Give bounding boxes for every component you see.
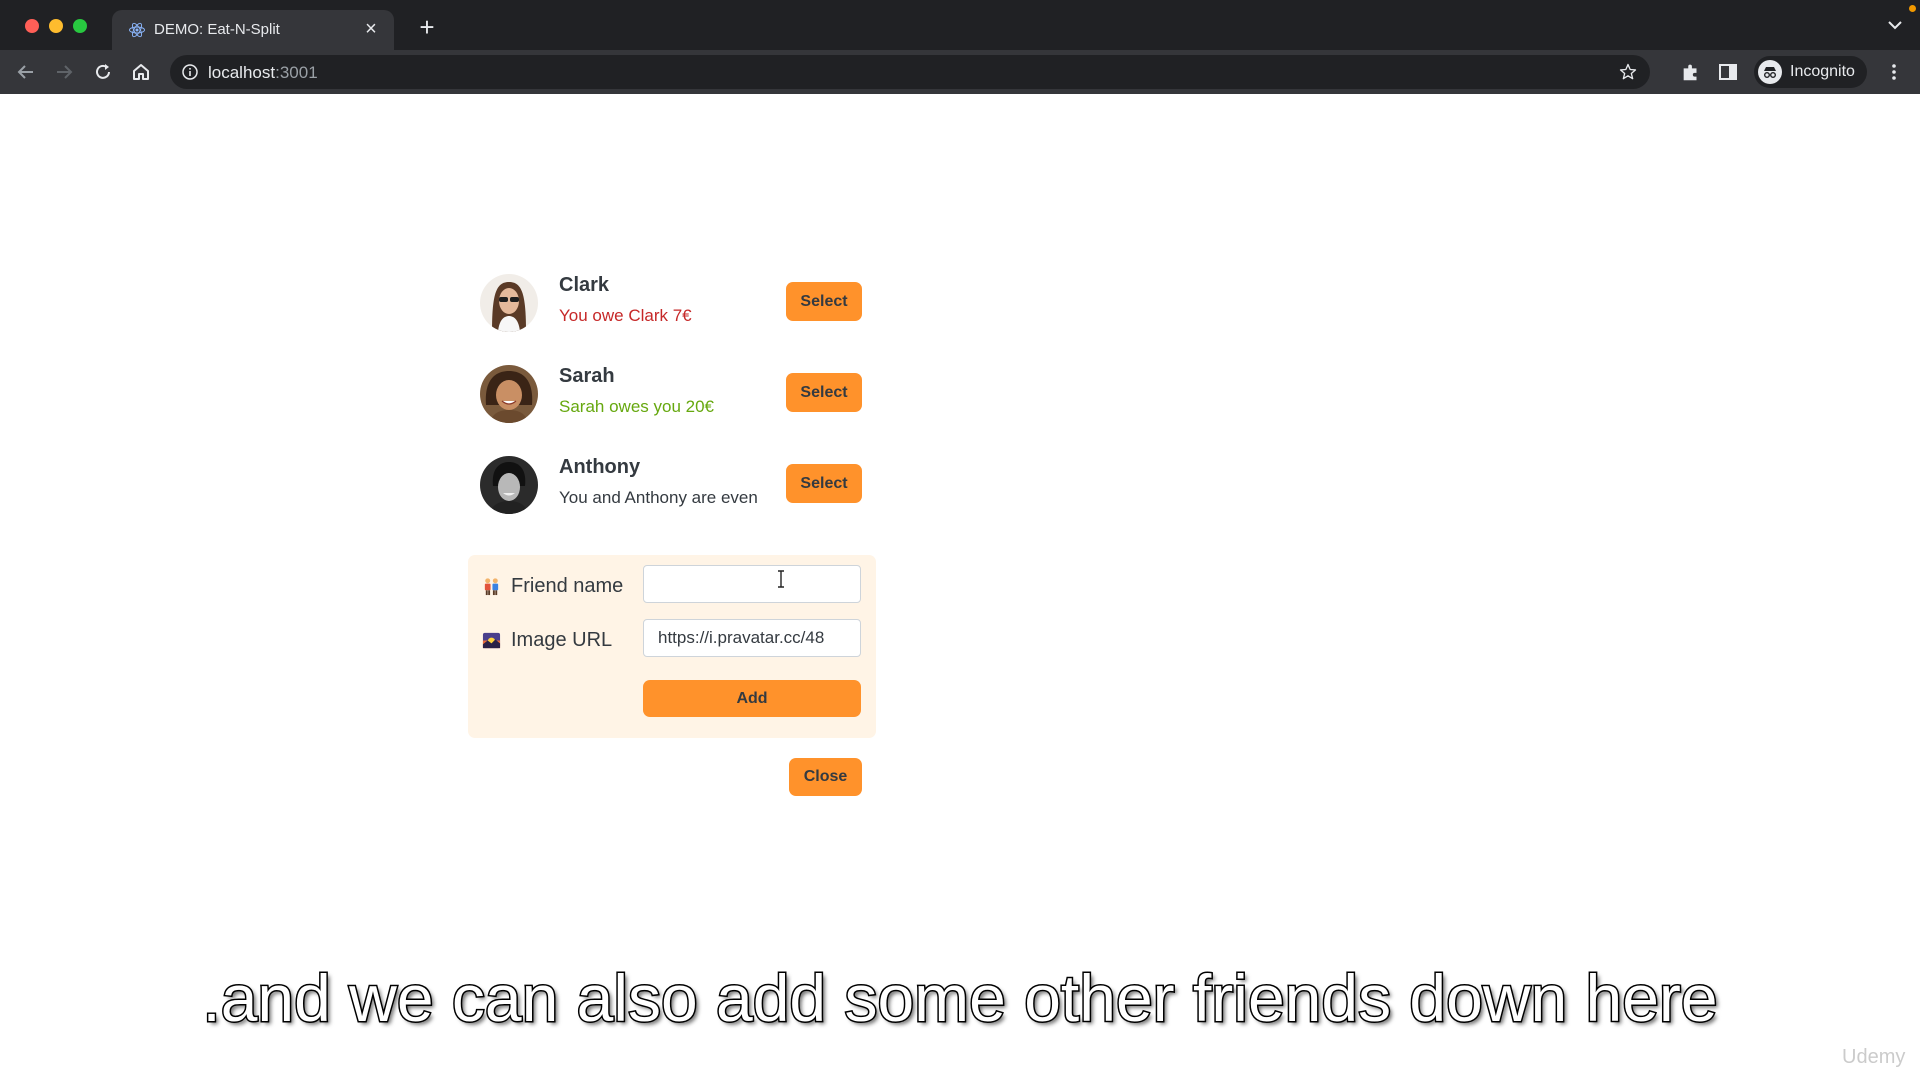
react-logo-icon [129,22,145,38]
page-content: Clark You owe Clark 7€ Select Sarah Sara… [0,94,1920,1080]
friend-name: Anthony [559,456,641,478]
select-friend-button[interactable]: Select [786,373,862,412]
close-form-button[interactable]: Close [789,758,862,796]
url-text: localhost:3001 [208,63,318,83]
tab-title: DEMO: Eat-N-Split [154,21,280,38]
friend-name: Sarah [559,365,615,387]
close-window-button[interactable] [25,19,39,33]
friend-balance-text: Sarah owes you 20€ [559,397,714,416]
reload-icon[interactable] [91,60,115,84]
extensions-puzzle-icon[interactable] [1680,61,1702,83]
address-bar[interactable]: localhost:3001 [170,55,1650,89]
text-cursor-icon [778,570,784,588]
udemy-watermark: Udemy [1842,1046,1906,1068]
select-friend-button[interactable]: Select [786,282,862,321]
image-url-label-text: Image URL [511,629,613,651]
forward-arrow-icon[interactable] [52,60,76,84]
url-port: :3001 [275,63,318,82]
friend-item-clark: Clark You owe Clark 7€ Select [468,274,868,365]
new-tab-button[interactable]: + [414,14,440,40]
incognito-profile-button[interactable]: Incognito [1754,56,1867,88]
friend-name-label: Friend name [482,575,623,598]
friend-name-input[interactable] [643,565,861,603]
friends-list: Clark You owe Clark 7€ Select Sarah Sara… [468,274,868,547]
update-indicator [1909,5,1916,12]
back-arrow-icon[interactable] [14,60,38,84]
friend-item-anthony: Anthony You and Anthony are even Select [468,456,868,547]
side-panel-icon[interactable] [1718,62,1738,82]
maximize-window-button[interactable] [73,19,87,33]
browser-tabstrip: DEMO: Eat-N-Split × + [0,0,1920,50]
video-subtitle: .and we can also add some other friends … [201,960,1719,1037]
home-icon[interactable] [129,60,153,84]
friend-balance-text: You and Anthony are even [559,488,758,507]
avatar [480,274,538,332]
sunset-image-icon [482,632,501,649]
friend-balance-text: You owe Clark 7€ [559,306,692,325]
incognito-label: Incognito [1790,63,1855,80]
add-friend-form: Friend name Image URL Add [468,555,876,738]
friend-name: Clark [559,274,610,296]
friend-item-sarah: Sarah Sarah owes you 20€ Select [468,365,868,456]
browser-menu-icon[interactable] [1884,62,1904,82]
avatar [480,365,538,423]
url-host: localhost [208,63,276,82]
browser-toolbar: localhost:3001 Incognito [0,50,1920,94]
image-url-label: Image URL [482,629,612,652]
select-friend-button[interactable]: Select [786,464,862,503]
people-holding-hands-icon [484,578,499,596]
minimize-window-button[interactable] [49,19,63,33]
tab-close-icon[interactable]: × [360,18,382,40]
image-url-input[interactable] [643,619,861,657]
tab-search-chevron-icon[interactable] [1886,18,1904,32]
incognito-icon [1758,60,1782,84]
avatar [480,456,538,514]
add-friend-button[interactable]: Add [643,680,861,717]
site-info-icon[interactable] [182,64,198,80]
browser-tab[interactable]: DEMO: Eat-N-Split × [112,10,394,50]
bookmark-star-icon[interactable] [1618,62,1638,82]
friend-name-label-text: Friend name [511,575,624,597]
